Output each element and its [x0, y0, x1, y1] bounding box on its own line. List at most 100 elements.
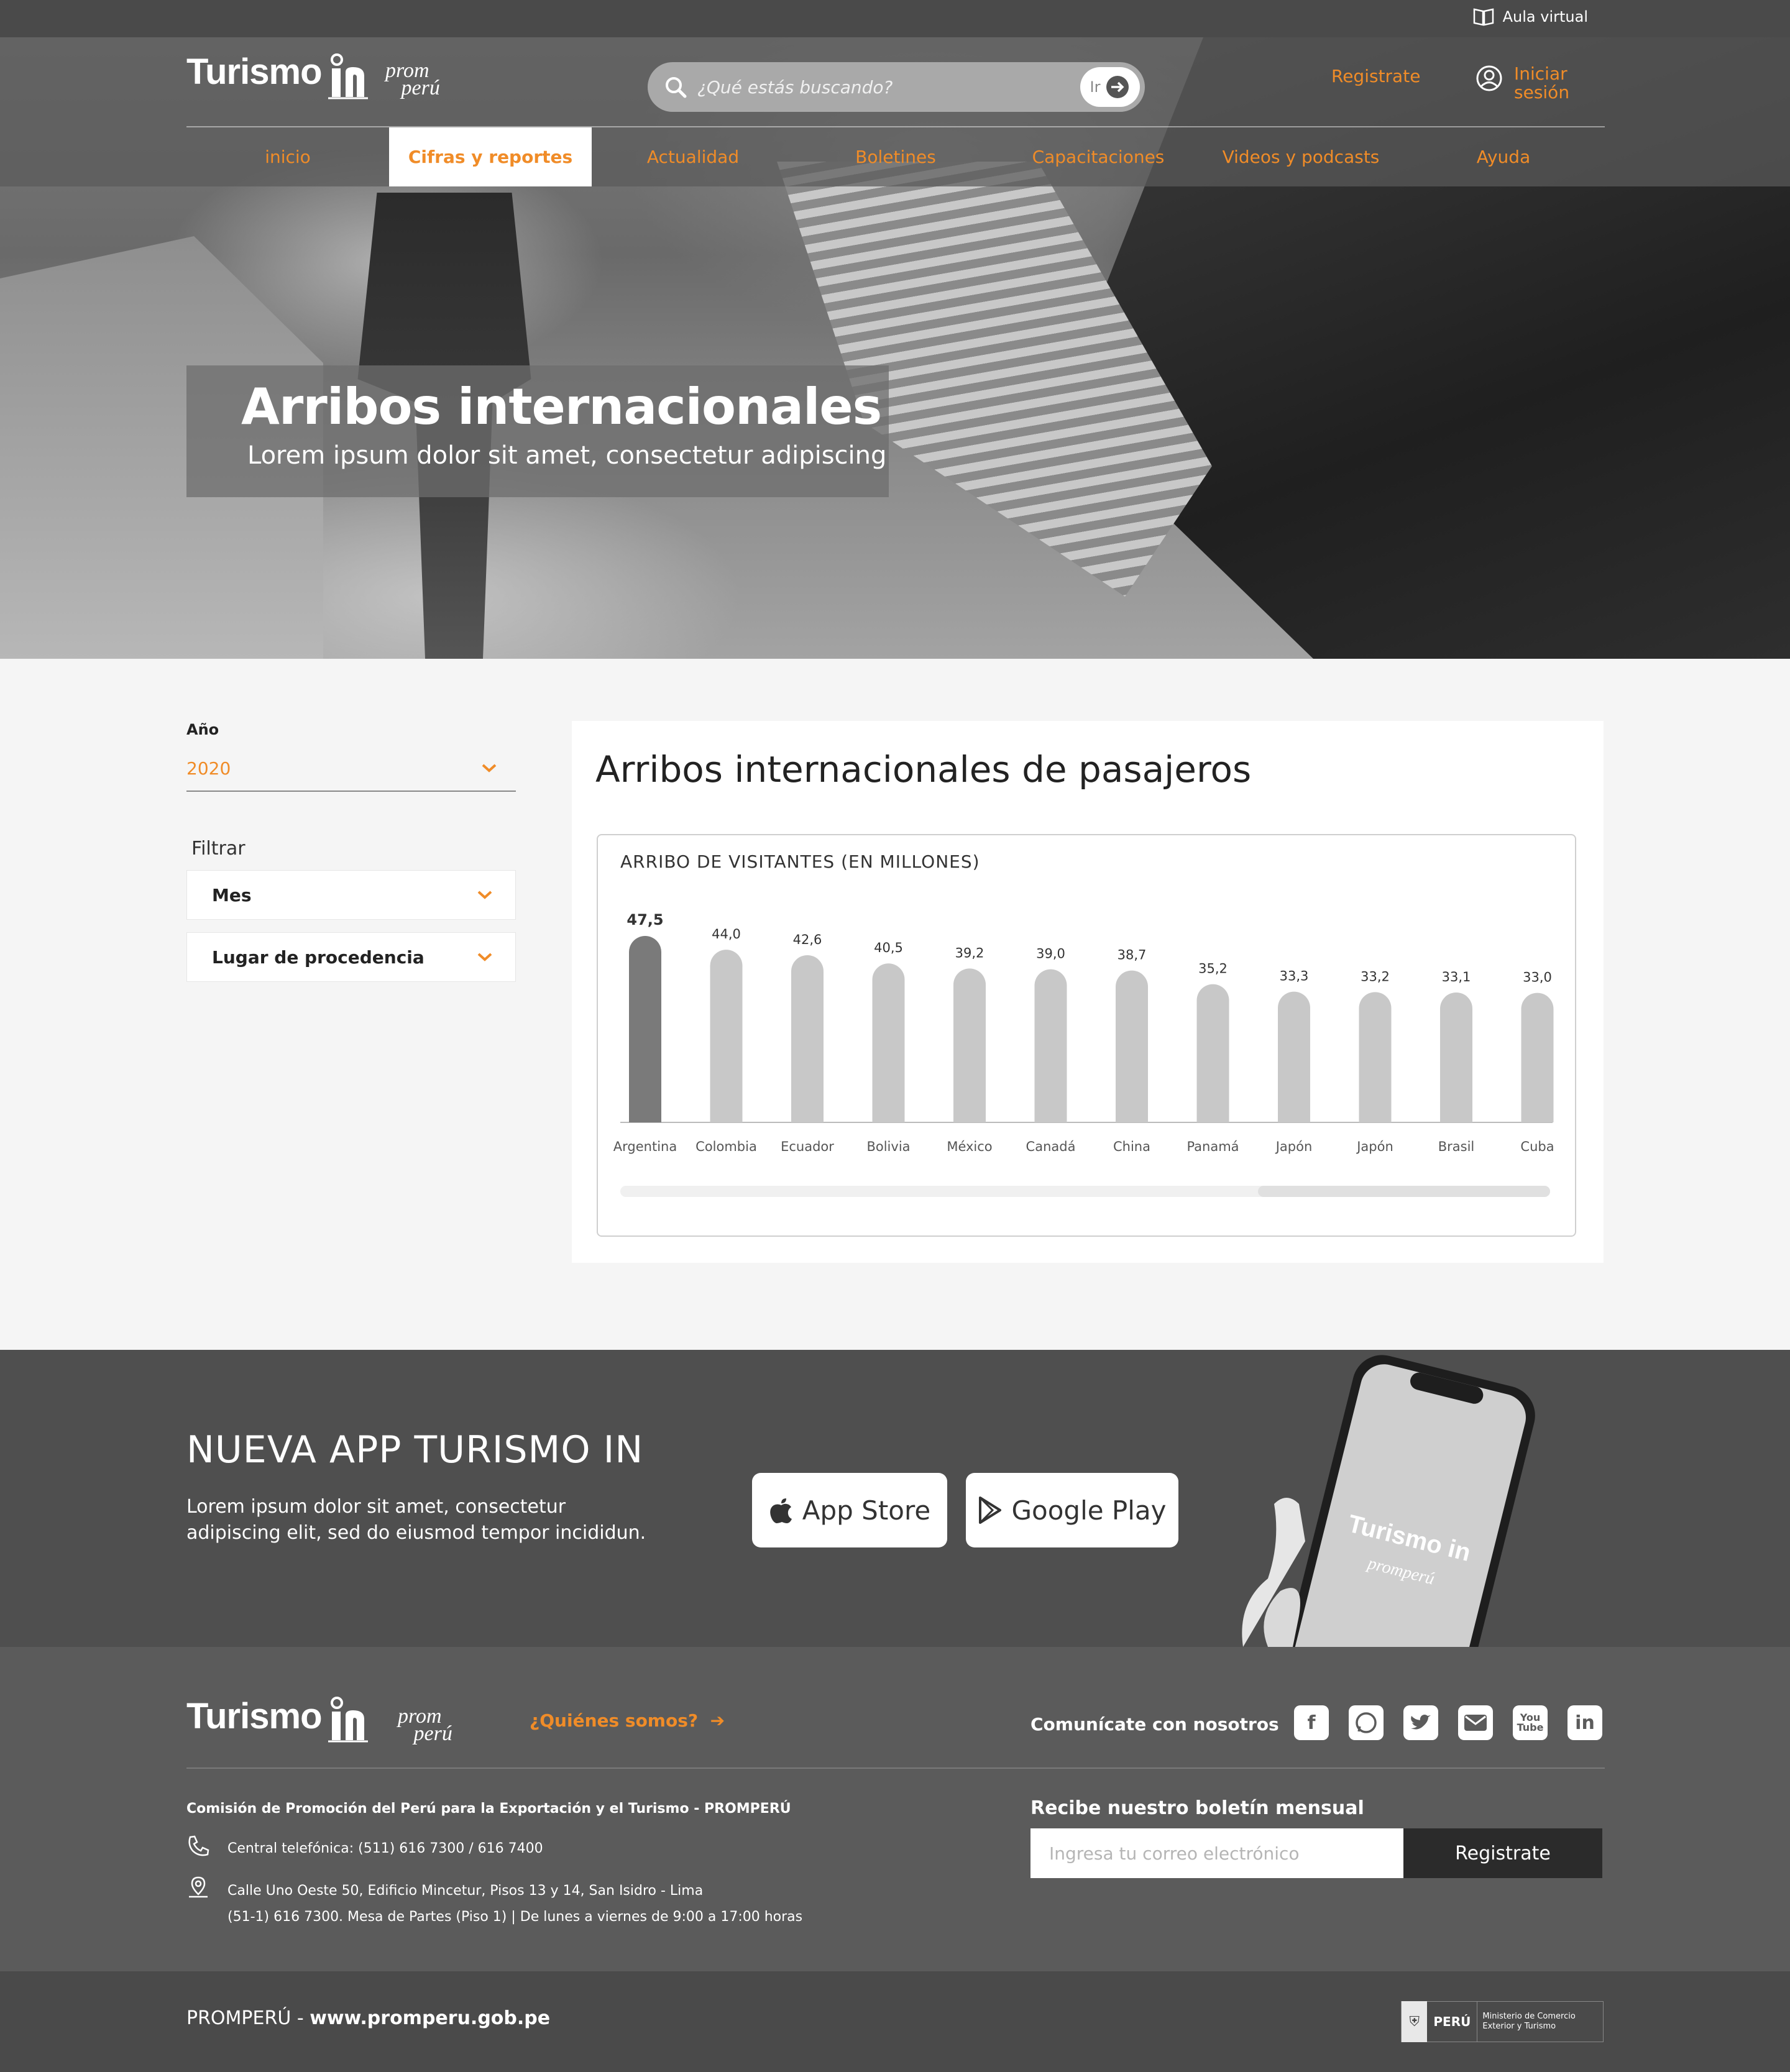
- app-title: NUEVA APP TURISMO IN: [186, 1428, 644, 1472]
- chart-bar[interactable]: [791, 955, 824, 1122]
- hero-title: Arribos internacionales: [241, 378, 882, 436]
- arrow-right-icon: ➔: [704, 1710, 725, 1731]
- nav-item-inicio[interactable]: inicio: [186, 127, 389, 186]
- book-icon: [1473, 8, 1494, 26]
- chart-bar[interactable]: [1440, 992, 1472, 1122]
- newsletter-email-input[interactable]: [1030, 1828, 1403, 1878]
- nav-item-cifras[interactable]: Cifras y reportes: [389, 127, 592, 186]
- chart-value-label: 33,0: [1523, 970, 1552, 985]
- footer-promperu-logo[interactable]: prom perú: [398, 1706, 452, 1744]
- nav-item-boletines[interactable]: Boletines: [794, 127, 997, 186]
- mail-icon[interactable]: [1458, 1705, 1493, 1740]
- commission-name: Comisión de Promoción del Perú para la E…: [186, 1801, 791, 1817]
- chart-value-label: 39,2: [955, 945, 984, 960]
- chart-category-label: Panamá: [1186, 1139, 1239, 1154]
- chart-bar[interactable]: [710, 950, 743, 1122]
- chart-value-label: 33,3: [1280, 969, 1309, 984]
- register-link[interactable]: Registrate: [1331, 66, 1420, 86]
- facebook-icon[interactable]: f: [1294, 1705, 1329, 1740]
- chart-value-label: 38,7: [1118, 948, 1147, 963]
- search-input[interactable]: [697, 76, 1070, 98]
- phone-icon: [188, 1835, 209, 1856]
- coat-of-arms-icon: ⛨: [1402, 2001, 1428, 2042]
- newsletter-register-button[interactable]: Registrate: [1403, 1828, 1602, 1878]
- footer-turismo-in-logo[interactable]: Turismo: [186, 1695, 322, 1737]
- chart-category-label: Canadá: [1026, 1139, 1076, 1154]
- chart-scrollbar-thumb[interactable]: [1258, 1186, 1550, 1197]
- chart-value-label: 47,5: [626, 911, 663, 928]
- chart-value-label: 44,0: [712, 927, 741, 942]
- chart-bar[interactable]: [1359, 992, 1392, 1122]
- chart-card-title: Arribos internacionales de pasajeros: [595, 748, 1252, 791]
- chart-bar[interactable]: [1034, 969, 1067, 1122]
- chart-bar[interactable]: [1116, 970, 1148, 1122]
- chart-bar[interactable]: [1521, 992, 1554, 1122]
- main-nav: inicio Cifras y reportes Actualidad Bole…: [186, 127, 1605, 186]
- google-play-button[interactable]: Google Play: [966, 1473, 1178, 1547]
- chevron-down-icon: [482, 764, 497, 772]
- phone-text: Central telefónica: (511) 616 7300 / 616…: [227, 1841, 543, 1856]
- promperu-logo[interactable]: prom perú: [385, 60, 440, 99]
- social-links: f You Tube in: [1294, 1705, 1602, 1740]
- chart-category-label: Argentina: [613, 1139, 677, 1154]
- nav-item-capacitaciones[interactable]: Capacitaciones: [997, 127, 1200, 186]
- address-line-1: Calle Uno Oeste 50, Edificio Mincetur, P…: [227, 1883, 704, 1899]
- nav-item-actualidad[interactable]: Actualidad: [592, 127, 794, 186]
- login-link[interactable]: Iniciar sesión: [1476, 65, 1582, 102]
- chart-category-label: Japón: [1356, 1139, 1393, 1154]
- chart-category-label: Colombia: [695, 1139, 757, 1154]
- linkedin-icon[interactable]: in: [1567, 1705, 1602, 1740]
- chart-category-label: Cuba: [1520, 1139, 1554, 1154]
- year-select[interactable]: 2020: [186, 746, 516, 792]
- chart-value-label: 39,0: [1036, 947, 1065, 961]
- chart-category-label: Bolivia: [866, 1139, 910, 1154]
- chart-value-label: 35,2: [1198, 961, 1228, 976]
- youtube-icon[interactable]: You Tube: [1513, 1705, 1548, 1740]
- nav-item-ayuda[interactable]: Ayuda: [1402, 127, 1605, 186]
- app-store-button[interactable]: App Store: [752, 1473, 947, 1547]
- year-label: Año: [186, 721, 219, 738]
- chart-bar[interactable]: [1278, 991, 1310, 1122]
- contact-label: Comunícate con nosotros: [1030, 1714, 1279, 1735]
- chart-bar[interactable]: [953, 968, 986, 1122]
- search-bar: Ir: [648, 62, 1145, 112]
- chart-value-label: 42,6: [793, 932, 822, 947]
- chart-bar[interactable]: [629, 936, 661, 1122]
- chart-category-label: México: [947, 1139, 992, 1154]
- turismo-in-logo-mark: [328, 53, 368, 99]
- search-icon: [666, 77, 687, 98]
- location-icon: [189, 1876, 208, 1898]
- site-url[interactable]: PROMPERÚ - www.promperu.gob.pe: [186, 2007, 550, 2029]
- chart-value-label: 33,1: [1442, 970, 1471, 984]
- whatsapp-icon[interactable]: [1349, 1705, 1384, 1740]
- aula-virtual-link[interactable]: Aula virtual: [1473, 7, 1588, 26]
- month-dropdown[interactable]: Mes: [186, 870, 516, 920]
- about-us-link[interactable]: ¿Quiénes somos? ➔: [530, 1710, 725, 1731]
- nav-item-videos[interactable]: Videos y podcasts: [1200, 127, 1402, 186]
- chart-category-label: Ecuador: [781, 1139, 834, 1154]
- chart-value-label: 33,2: [1361, 969, 1390, 984]
- apple-icon: [769, 1498, 792, 1523]
- filter-label: Filtrar: [191, 838, 246, 860]
- bar-chart: 47,5 Argentina 44,0 Colombia 42,6 Ecuador 40,5…: [613, 911, 1554, 1154]
- user-icon: [1476, 65, 1502, 91]
- chart-category-label: Japón: [1275, 1139, 1313, 1154]
- chart-bar[interactable]: [872, 963, 905, 1122]
- footer-turismo-in-logo-mark: [328, 1697, 368, 1743]
- origin-dropdown[interactable]: Lugar de procedencia: [186, 932, 516, 982]
- arrow-right-icon: [1106, 76, 1129, 98]
- login-label: Iniciar sesión: [1514, 63, 1570, 103]
- app-description: Lorem ipsum dolor sit amet, consectetur …: [186, 1496, 646, 1544]
- year-value: 2020: [186, 758, 231, 779]
- turismo-in-logo[interactable]: Turismo: [186, 51, 322, 93]
- aula-virtual-label: Aula virtual: [1502, 8, 1588, 25]
- footer-divider: [186, 1767, 1605, 1769]
- government-logo[interactable]: ⛨ PERÚ Ministerio de Comercio Exterior y…: [1401, 2001, 1604, 2042]
- search-go-button[interactable]: Ir: [1080, 67, 1140, 107]
- chart-category-label: Brasil: [1438, 1139, 1475, 1154]
- chart-category-label: China: [1113, 1139, 1150, 1154]
- chart-value-label: 40,5: [874, 940, 903, 955]
- chart-bar[interactable]: [1196, 984, 1229, 1122]
- chevron-down-icon: [477, 953, 492, 961]
- twitter-icon[interactable]: [1403, 1705, 1438, 1740]
